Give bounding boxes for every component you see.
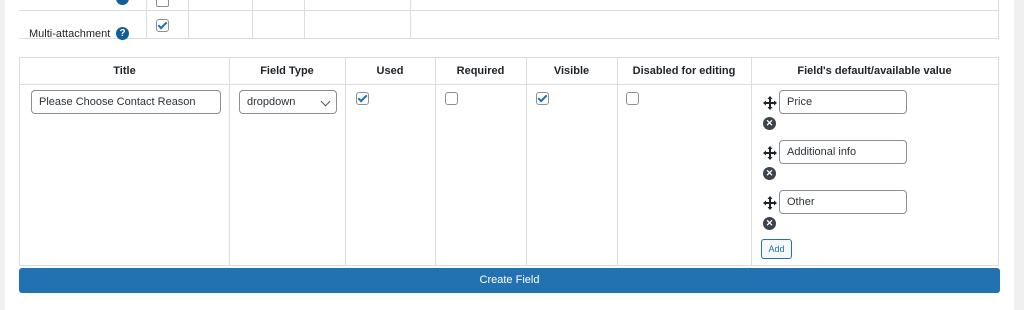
column-header-required: Required	[456, 65, 505, 77]
column-divider	[229, 58, 230, 265]
page-scrollbar-track[interactable]	[1014, 0, 1024, 310]
remove-icon[interactable]: ✕	[763, 167, 776, 180]
checkbox-partial[interactable]	[156, 0, 169, 7]
option-input[interactable]: Price	[779, 90, 907, 114]
column-divider	[252, 0, 253, 39]
title-input[interactable]: Please Choose Contact Reason	[31, 90, 221, 114]
column-header-default-value: Field's default/available value	[797, 65, 952, 77]
required-checkbox[interactable]	[445, 92, 458, 105]
column-divider	[345, 58, 346, 265]
column-divider	[998, 0, 999, 39]
column-divider	[146, 0, 147, 39]
column-header-field-type: Field Type	[260, 65, 314, 77]
visible-checkbox[interactable]	[536, 92, 549, 105]
column-header-disabled: Disabled for editing	[632, 65, 736, 77]
column-divider	[304, 0, 305, 39]
create-field-button[interactable]: Create Field	[19, 268, 1000, 293]
help-icon[interactable]	[116, 0, 129, 5]
option-input[interactable]: Additional info	[779, 140, 907, 164]
column-divider	[751, 58, 752, 265]
move-icon[interactable]	[762, 145, 778, 161]
settings-table-top: Multi-attachment ?	[19, 0, 999, 40]
chevron-down-icon	[320, 96, 331, 107]
add-option-button[interactable]: Add	[761, 239, 792, 259]
column-divider	[188, 0, 189, 39]
column-divider	[410, 0, 411, 39]
table-header-row: Title Field Type Used Required Visible D…	[20, 58, 998, 85]
column-header-title: Title	[113, 65, 136, 77]
remove-icon[interactable]: ✕	[763, 117, 776, 130]
column-divider	[435, 58, 436, 265]
field-type-value: dropdown	[247, 96, 296, 108]
column-divider	[526, 58, 527, 265]
multi-attachment-checkbox[interactable]	[156, 19, 169, 32]
column-header-used: Used	[376, 65, 404, 77]
move-icon[interactable]	[762, 95, 778, 111]
help-icon[interactable]: ?	[116, 27, 129, 40]
column-header-visible: Visible	[553, 65, 590, 77]
remove-icon[interactable]: ✕	[763, 217, 776, 230]
move-icon[interactable]	[762, 195, 778, 211]
table-row-multi-attachment: Multi-attachment ?	[19, 10, 999, 40]
disabled-for-editing-checkbox[interactable]	[626, 92, 639, 105]
multi-attachment-label: Multi-attachment	[29, 28, 111, 40]
option-input[interactable]: Other	[779, 190, 907, 214]
used-checkbox[interactable]	[356, 92, 369, 105]
column-divider	[617, 58, 618, 265]
field-type-select[interactable]: dropdown	[239, 90, 337, 114]
